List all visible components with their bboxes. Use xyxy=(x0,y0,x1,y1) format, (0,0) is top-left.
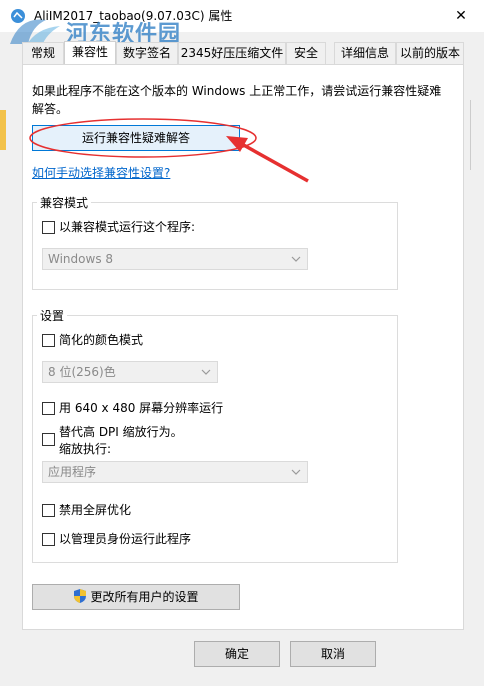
uac-shield-icon xyxy=(74,589,87,603)
run-as-admin-checkbox[interactable] xyxy=(42,533,55,546)
tab-previous-versions[interactable]: 以前的版本 xyxy=(396,42,464,64)
chevron-down-icon xyxy=(201,369,211,375)
dpi-scaling-select[interactable]: 应用程序 xyxy=(42,461,308,483)
tab-2345-archive[interactable]: 2345好压压缩文件 xyxy=(178,42,286,64)
dpi-override-text: 替代高 DPI 缩放行为。 缩放执行: xyxy=(59,424,183,458)
tab-general[interactable]: 常规 xyxy=(22,42,64,64)
disable-fullscreen-checkbox[interactable] xyxy=(42,504,55,517)
disable-fullscreen-label: 禁用全屏优化 xyxy=(59,503,132,517)
run-as-admin-row[interactable]: 以管理员身份运行此程序 xyxy=(42,531,191,548)
close-button[interactable]: ✕ xyxy=(446,4,476,28)
run-as-admin-label: 以管理员身份运行此程序 xyxy=(59,532,192,546)
compat-mode-group xyxy=(32,202,398,290)
compat-mode-title: 兼容模式 xyxy=(37,194,92,211)
color-mode-select-value: 8 位(256)色 xyxy=(48,365,116,379)
dpi-scaling-select-value: 应用程序 xyxy=(48,465,97,479)
compat-mode-checkbox[interactable] xyxy=(42,221,55,234)
tab-security[interactable]: 安全 xyxy=(286,42,326,64)
os-version-select[interactable]: Windows 8 xyxy=(42,248,308,270)
tab-details[interactable]: 详细信息 xyxy=(334,42,396,64)
dpi-scaling-label: 缩放执行: xyxy=(59,442,112,456)
tab-strip: 常规 兼容性 数字签名 2345好压压缩文件 安全 详细信息 以前的版本 xyxy=(0,41,484,65)
background-window-fragment xyxy=(0,110,6,150)
res-640-row[interactable]: 用 640 x 480 屏幕分辨率运行 xyxy=(42,400,223,417)
os-version-select-value: Windows 8 xyxy=(48,252,114,266)
res-640-label: 用 640 x 480 屏幕分辨率运行 xyxy=(59,401,224,415)
background-window-fragment xyxy=(470,100,484,170)
reduced-color-label: 简化的颜色模式 xyxy=(59,333,144,347)
reduced-color-checkbox[interactable] xyxy=(42,334,55,347)
compat-mode-checkbox-label: 以兼容模式运行这个程序: xyxy=(59,220,196,234)
manual-compat-settings-link[interactable]: 如何手动选择兼容性设置? xyxy=(32,164,170,181)
tab-digital-signatures[interactable]: 数字签名 xyxy=(116,42,178,64)
dpi-override-checkbox[interactable] xyxy=(42,433,55,446)
change-all-users-label: 更改所有用户的设置 xyxy=(90,590,199,604)
ok-button[interactable]: 确定 xyxy=(194,641,280,667)
compat-intro-text: 如果此程序不能在这个版本的 Windows 上正常工作，请尝试运行兼容性疑难解答… xyxy=(32,84,442,116)
cancel-button[interactable]: 取消 xyxy=(290,641,376,667)
window-title: AliIM2017_taobao(9.07.03C) 属性 xyxy=(34,9,233,23)
dpi-override-label: 替代高 DPI 缩放行为。 xyxy=(59,425,183,439)
change-all-users-button[interactable]: 更改所有用户的设置 xyxy=(32,584,240,610)
settings-title: 设置 xyxy=(37,307,68,324)
title-bar: AliIM2017_taobao(9.07.03C) 属性 ✕ xyxy=(0,0,484,32)
tab-compatibility[interactable]: 兼容性 xyxy=(64,41,116,65)
dpi-override-row[interactable]: 替代高 DPI 缩放行为。 缩放执行: xyxy=(42,424,183,458)
color-mode-select[interactable]: 8 位(256)色 xyxy=(42,361,218,383)
disable-fullscreen-row[interactable]: 禁用全屏优化 xyxy=(42,502,131,519)
chevron-down-icon xyxy=(291,469,301,475)
run-troubleshooter-button[interactable]: 运行兼容性疑难解答 xyxy=(32,125,240,151)
res-640-checkbox[interactable] xyxy=(42,402,55,415)
chevron-down-icon xyxy=(291,256,301,262)
app-icon xyxy=(11,9,25,23)
compat-mode-checkbox-row[interactable]: 以兼容模式运行这个程序: xyxy=(42,219,195,236)
reduced-color-row[interactable]: 简化的颜色模式 xyxy=(42,332,143,349)
